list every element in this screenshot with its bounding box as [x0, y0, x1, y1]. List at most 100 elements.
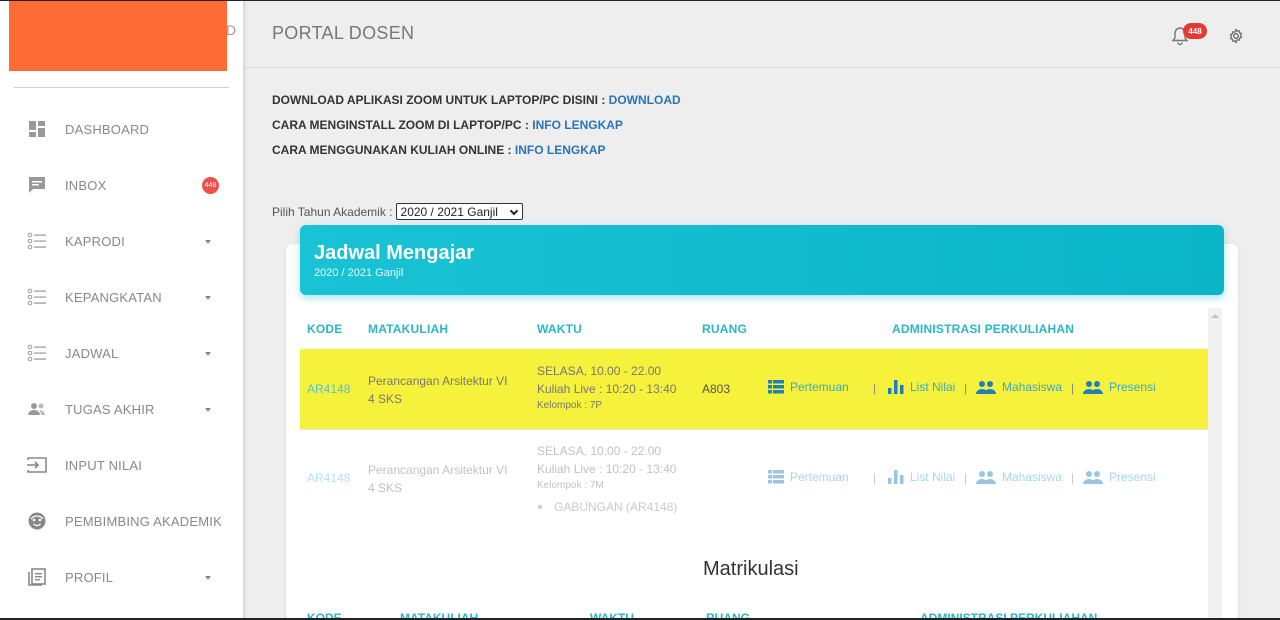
separator: | — [964, 381, 968, 395]
list-icon — [26, 230, 48, 252]
year-filter: Pilih Tahun Akademik : 2020 / 2021 Ganji… — [272, 203, 523, 220]
sidebar-divider — [14, 87, 229, 88]
pertemuan-button[interactable]: Pertemuan — [768, 470, 849, 484]
chevron-down-icon — [205, 296, 211, 300]
sidebar-item-label: INBOX — [65, 177, 107, 193]
bullet-icon — [538, 505, 542, 509]
sidebar-item-label: JADWAL — [65, 345, 119, 361]
list-nilai-button[interactable]: List Nilai — [888, 380, 955, 394]
separator: | — [1071, 471, 1075, 485]
online-info-link[interactable]: INFO LENGKAP — [515, 143, 606, 157]
sidebar-item-profil[interactable]: PROFIL — [0, 557, 243, 597]
sidebar-item-kaprodi[interactable]: KAPRODI — [0, 221, 243, 261]
gabungan-item: GABUNGAN (AR4148) — [537, 500, 677, 514]
sidebar: D DASHBOARD INBOX 448 KAPRODI KEPANGKATA… — [0, 0, 243, 620]
matrikulasi-title: Matrikulasi — [703, 558, 799, 580]
top-header: PORTAL DOSEN 448 — [243, 0, 1280, 68]
separator: | — [873, 381, 877, 395]
matakuliah-name: Perancangan Arsitektur VI — [368, 374, 508, 388]
action-label: List Nilai — [910, 470, 956, 484]
mahasiswa-button[interactable]: Mahasiswa — [976, 470, 1062, 484]
chevron-down-icon — [205, 240, 211, 244]
download-link[interactable]: DOWNLOAD — [609, 93, 681, 107]
sidebar-item-label: PEMBIMBING AKADEMIK — [65, 513, 222, 529]
presensi-button[interactable]: Presensi — [1083, 470, 1156, 484]
install-info-link[interactable]: INFO LENGKAP — [532, 118, 623, 132]
group-icon — [1083, 381, 1103, 394]
column-header-ruang: RUANG — [702, 322, 747, 336]
sidebar-item-kepangkatan[interactable]: KEPANGKATAN — [0, 277, 243, 317]
group-icon — [1083, 471, 1103, 484]
brand-logo[interactable] — [9, 1, 227, 71]
schedule-title: Jadwal Mengajar — [314, 242, 475, 264]
column-header-kode: KODE — [307, 322, 343, 336]
separator: | — [1071, 381, 1075, 395]
waktu-day: SELASA, 10.00 - 22.00 — [537, 364, 662, 378]
sidebar-item-pembimbing-akademik[interactable]: PEMBIMBING AKADEMIK — [0, 501, 243, 541]
bar-chart-icon — [888, 470, 904, 484]
year-select[interactable]: 2020 / 2021 Ganjil — [395, 203, 523, 220]
list-icon — [26, 342, 48, 364]
inbox-count-badge: 448 — [202, 176, 219, 194]
row-divider — [300, 429, 1208, 430]
list-nilai-button[interactable]: List Nilai — [888, 470, 955, 484]
scroll-up-icon[interactable] — [1211, 314, 1219, 318]
kelompok: Kelompok : 7M — [537, 480, 604, 491]
sidebar-item-label: KAPRODI — [65, 233, 125, 249]
action-label: Pertemuan — [790, 380, 849, 394]
matakuliah-sks: 4 SKS — [368, 481, 403, 495]
info-install-zoom: CARA MENGINSTALL ZOOM DI LAPTOP/PC : INF… — [272, 118, 623, 132]
presensi-button[interactable]: Presensi — [1083, 380, 1156, 394]
waktu-live: Kuliah Live : 10:20 - 13:40 — [537, 462, 677, 476]
sidebar-item-dashboard[interactable]: DASHBOARD — [0, 109, 243, 149]
chevron-down-icon — [205, 408, 211, 412]
info-kuliah-online: CARA MENGGUNAKAN KULIAH ONLINE : INFO LE… — [272, 143, 606, 157]
chevron-down-icon — [509, 206, 518, 216]
sidebar-item-tugas-akhir[interactable]: TUGAS AKHIR — [0, 389, 243, 429]
schedule-subtitle: 2020 / 2021 Ganjil — [314, 267, 404, 279]
info-download-zoom: DOWNLOAD APLIKASI ZOOM UNTUK LAPTOP/PC D… — [272, 93, 681, 107]
info-text: CARA MENGINSTALL ZOOM DI LAPTOP/PC : — [272, 118, 533, 132]
gear-icon[interactable] — [1228, 28, 1244, 44]
window-top-border — [0, 0, 1280, 1]
year-select-value: 2020 / 2021 Ganjil — [400, 204, 498, 219]
action-label: Pertemuan — [790, 470, 849, 484]
table-scrollbar[interactable] — [1208, 308, 1222, 620]
group-icon — [26, 398, 48, 420]
list-icon — [768, 470, 784, 484]
ruang: A803 — [702, 382, 731, 396]
action-label: List Nilai — [910, 380, 956, 394]
group-icon — [976, 381, 996, 394]
chevron-down-icon — [205, 352, 211, 356]
separator: | — [873, 471, 877, 485]
bar-chart-icon — [888, 380, 904, 394]
list-icon — [768, 380, 784, 394]
message-icon — [26, 174, 48, 196]
notification-badge: 448 — [1183, 23, 1207, 39]
year-filter-label: Pilih Tahun Akademik : — [272, 204, 393, 219]
action-label: Mahasiswa — [1002, 380, 1063, 394]
matakuliah-sks: 4 SKS — [368, 392, 403, 406]
sidebar-item-label: KEPANGKATAN — [65, 289, 162, 305]
waktu-day: SELASA, 10.00 - 22.00 — [537, 444, 662, 458]
info-text: DOWNLOAD APLIKASI ZOOM UNTUK LAPTOP/PC D… — [272, 93, 609, 107]
waktu-live: Kuliah Live : 10:20 - 13:40 — [537, 382, 677, 396]
column-header-waktu: WAKTU — [537, 322, 582, 336]
pertemuan-button[interactable]: Pertemuan — [768, 380, 849, 394]
kode-link[interactable]: AR4148 — [307, 382, 350, 396]
list-icon — [26, 286, 48, 308]
sidebar-item-inbox[interactable]: INBOX 448 — [0, 165, 243, 205]
document-icon — [26, 566, 48, 588]
kode-link[interactable]: AR4148 — [307, 471, 350, 485]
mahasiswa-button[interactable]: Mahasiswa — [976, 380, 1062, 394]
face-icon — [26, 510, 48, 532]
sidebar-item-label: TUGAS AKHIR — [65, 401, 155, 417]
sidebar-item-input-nilai[interactable]: INPUT NILAI — [0, 445, 243, 485]
chevron-down-icon — [205, 576, 211, 580]
brand-text-peek: D — [226, 22, 237, 38]
matakuliah-name: Perancangan Arsitektur VI — [368, 463, 508, 477]
separator: | — [964, 471, 968, 485]
sidebar-item-jadwal[interactable]: JADWAL — [0, 333, 243, 373]
column-header-matakuliah: MATAKULIAH — [368, 322, 449, 336]
kelompok: Kelompok : 7P — [537, 400, 603, 411]
